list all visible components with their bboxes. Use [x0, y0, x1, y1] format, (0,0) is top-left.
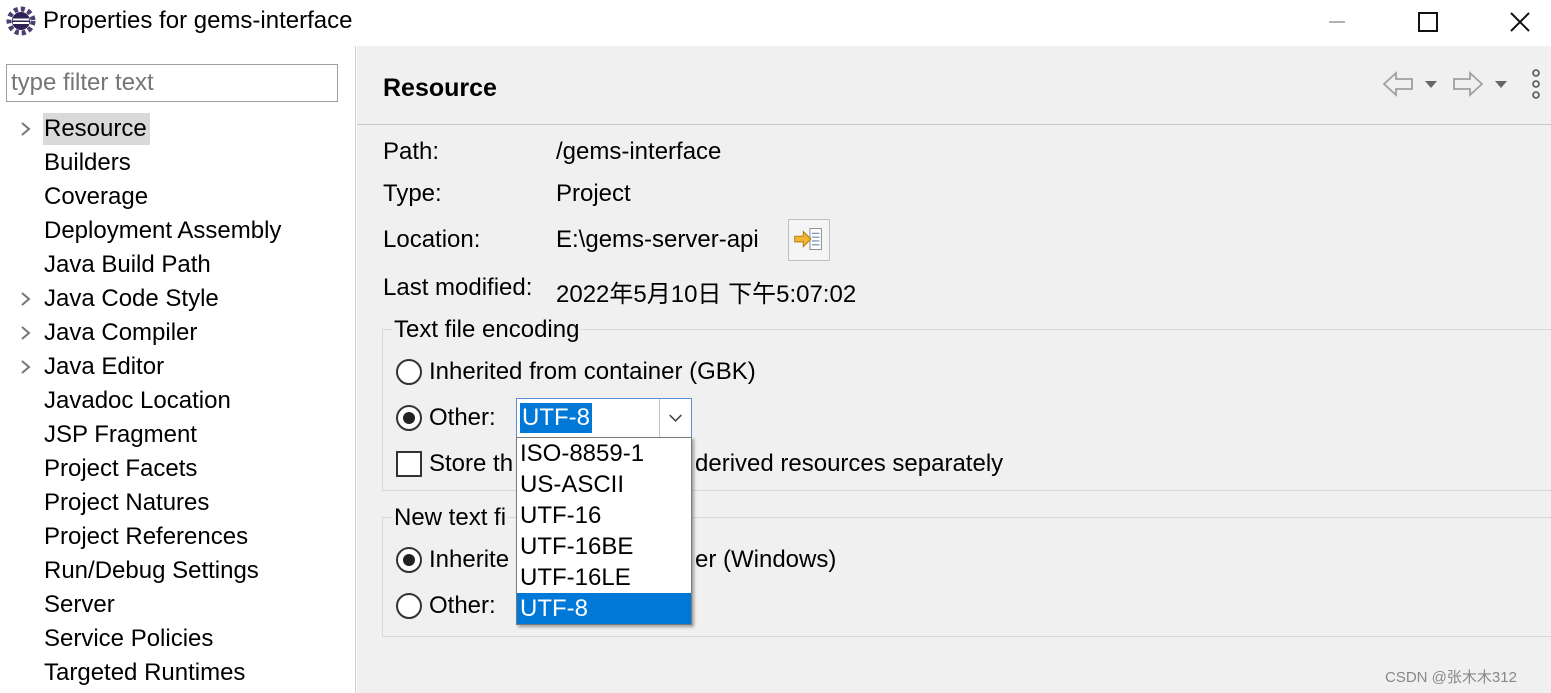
minimize-icon[interactable] — [1307, 4, 1367, 40]
tree-item-label: Java Compiler — [44, 319, 198, 346]
inherited-delimiter-radio[interactable] — [396, 547, 422, 573]
property-tree: Resource Builders Coverage Deployment As… — [0, 112, 355, 690]
chevron-down-icon — [669, 414, 682, 423]
line-delimiter-group-title: New text fi — [392, 504, 509, 532]
tree-item-label: Resource — [43, 113, 150, 145]
left-panel: Resource Builders Coverage Deployment As… — [0, 46, 356, 693]
dropdown-option-utf-16be[interactable]: UTF-16BE — [517, 531, 691, 562]
tree-item-label: Targeted Runtimes — [44, 659, 246, 686]
type-value: Project — [556, 180, 631, 207]
store-derived-label-start: Store th — [429, 450, 514, 477]
inherited-encoding-label: Inherited from container (GBK) — [429, 358, 756, 385]
page-title: Resource — [383, 74, 497, 102]
tree-item-deployment-assembly[interactable]: Deployment Assembly — [0, 214, 355, 248]
type-label: Type: — [383, 180, 442, 207]
tree-item-label: Java Build Path — [44, 251, 211, 278]
tree-item-javadoc-location[interactable]: Javadoc Location — [0, 384, 355, 418]
tree-item-label: Service Policies — [44, 625, 214, 652]
encoding-dropdown-list[interactable]: ISO-8859-1 US-ASCII UTF-16 UTF-16BE UTF-… — [516, 437, 692, 625]
location-label: Location: — [383, 226, 481, 253]
other-delimiter-label: Other: — [429, 592, 496, 619]
tree-item-label: Deployment Assembly — [44, 217, 282, 244]
encoding-combo-value[interactable]: UTF-8 — [520, 403, 592, 433]
filter-input[interactable] — [6, 64, 338, 102]
tree-item-label: Project References — [44, 523, 249, 550]
last-modified-value: 2022年5月10日 下午5:07:02 — [556, 281, 857, 308]
tree-item-label: Project Facets — [44, 455, 198, 482]
tree-item-service-policies[interactable]: Service Policies — [0, 622, 355, 656]
tree-item-label: Javadoc Location — [44, 387, 231, 414]
dropdown-option-utf-16le[interactable]: UTF-16LE — [517, 562, 691, 593]
window-title: Properties for gems-interface — [43, 7, 353, 34]
tree-item-label: Coverage — [44, 183, 149, 210]
inherited-delimiter-label-end: er (Windows) — [695, 546, 837, 573]
right-panel: Resource Path: /gems-interface Type: Pro… — [357, 46, 1551, 693]
last-modified-label: Last modified: — [383, 274, 533, 301]
dropdown-option-iso-8859-1[interactable]: ISO-8859-1 — [517, 438, 691, 469]
path-label: Path: — [383, 138, 440, 165]
dropdown-option-utf-16[interactable]: UTF-16 — [517, 500, 691, 531]
tree-item-project-references[interactable]: Project References — [0, 520, 355, 554]
store-derived-label-end: derived resources separately — [695, 450, 1004, 477]
more-vertical-icon[interactable] — [1527, 68, 1545, 100]
tree-item-java-editor[interactable]: Java Editor — [0, 350, 355, 384]
tree-item-targeted-runtimes[interactable]: Targeted Runtimes — [0, 656, 355, 690]
maximize-icon[interactable] — [1398, 4, 1458, 40]
tree-item-label: Server — [44, 591, 115, 618]
dropdown-option-us-ascii[interactable]: US-ASCII — [517, 469, 691, 500]
forward-arrow-icon[interactable] — [1451, 68, 1485, 100]
chevron-down-icon[interactable] — [1423, 68, 1439, 100]
tree-item-label: Java Editor — [44, 353, 165, 380]
encoding-combo-button[interactable] — [659, 399, 691, 437]
tree-item-label: Java Code Style — [44, 285, 219, 312]
show-in-system-explorer-icon — [794, 228, 822, 250]
eclipse-gear-icon — [6, 6, 36, 36]
chevron-down-icon[interactable] — [1493, 68, 1509, 100]
chevron-right-icon[interactable] — [14, 316, 38, 350]
tree-item-jsp-fragment[interactable]: JSP Fragment — [0, 418, 355, 452]
back-arrow-icon[interactable] — [1381, 68, 1415, 100]
store-derived-checkbox[interactable] — [396, 451, 422, 477]
close-icon[interactable] — [1490, 4, 1550, 40]
tree-item-java-compiler[interactable]: Java Compiler — [0, 316, 355, 350]
encoding-combo[interactable]: UTF-8 — [516, 398, 692, 438]
inherited-delimiter-label-start: Inherite — [429, 546, 510, 573]
chevron-right-icon[interactable] — [14, 282, 38, 316]
tree-item-java-build-path[interactable]: Java Build Path — [0, 248, 355, 282]
show-in-explorer-button[interactable] — [788, 219, 830, 261]
tree-item-label: Builders — [44, 149, 131, 176]
chevron-right-icon[interactable] — [14, 112, 38, 146]
chevron-right-icon[interactable] — [14, 350, 38, 384]
tree-item-java-code-style[interactable]: Java Code Style — [0, 282, 355, 316]
inherited-encoding-radio[interactable] — [396, 359, 422, 385]
page-header: Resource — [357, 46, 1551, 125]
tree-item-resource[interactable]: Resource — [0, 112, 355, 146]
other-encoding-label: Other: — [429, 404, 496, 431]
tree-item-project-facets[interactable]: Project Facets — [0, 452, 355, 486]
tree-item-run-debug-settings[interactable]: Run/Debug Settings — [0, 554, 355, 588]
other-delimiter-radio[interactable] — [396, 593, 422, 619]
tree-item-label: JSP Fragment — [44, 421, 197, 448]
tree-item-builders[interactable]: Builders — [0, 146, 355, 180]
other-encoding-radio[interactable] — [396, 405, 422, 431]
tree-item-server[interactable]: Server — [0, 588, 355, 622]
path-value: /gems-interface — [556, 138, 722, 165]
tree-item-label: Project Natures — [44, 489, 210, 516]
window-titlebar: Properties for gems-interface — [0, 0, 1551, 46]
watermark: CSDN @张木木312 — [1385, 669, 1517, 686]
location-value: E:\gems-server-api — [556, 226, 759, 253]
tree-item-project-natures[interactable]: Project Natures — [0, 486, 355, 520]
tree-item-label: Run/Debug Settings — [44, 557, 259, 584]
tree-item-coverage[interactable]: Coverage — [0, 180, 355, 214]
text-encoding-group-title: Text file encoding — [392, 316, 582, 344]
dropdown-option-utf-8[interactable]: UTF-8 — [517, 593, 691, 624]
